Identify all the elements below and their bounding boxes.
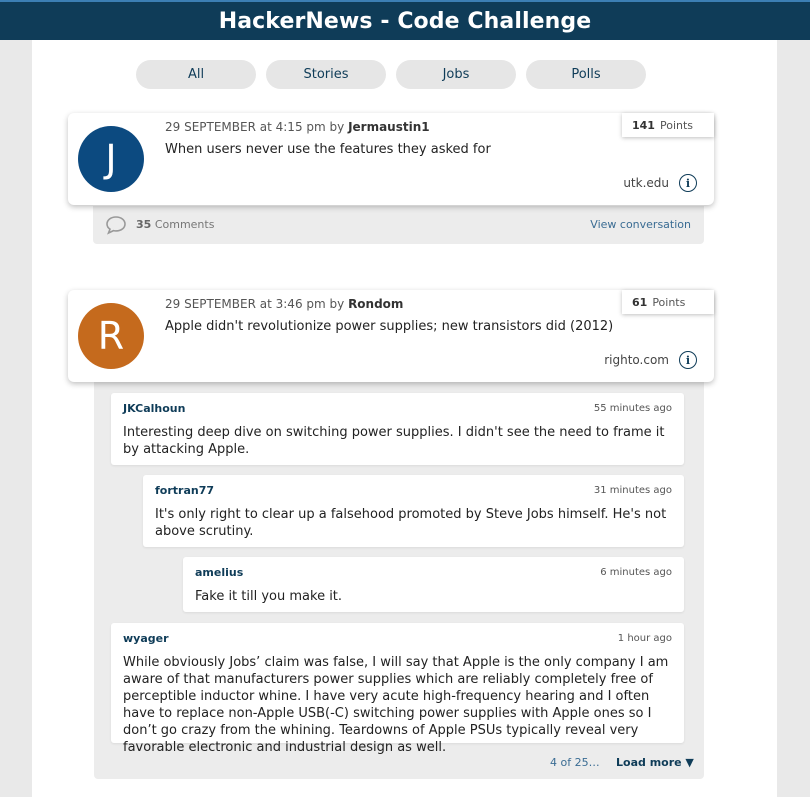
comment-thread: JKCalhoun 55 minutes ago Interesting dee… (94, 382, 704, 779)
points-badge: 61 Points (622, 290, 714, 314)
view-conversation-link[interactable]: View conversation (590, 218, 691, 231)
comment-user[interactable]: fortran77 (155, 484, 214, 497)
info-icon[interactable]: i (679, 351, 697, 369)
story-meta: 29 SEPTEMBER at 3:46 pm by Rondom (165, 297, 404, 311)
comment-text: It's only right to clear up a falsehood … (155, 507, 667, 539)
story-title[interactable]: Apple didn't revolutionize power supplie… (165, 319, 613, 334)
pagination-status: 4 of 25… (550, 756, 600, 769)
comment: wyager 1 hour ago While obviously Jobs’ … (111, 623, 684, 755)
avatar: R (78, 303, 144, 369)
comment-reply: amelius 6 minutes ago Fake it till you m… (183, 557, 684, 612)
tab-all[interactable]: All (136, 60, 256, 89)
story-author[interactable]: Rondom (348, 297, 403, 311)
comment-user[interactable]: JKCalhoun (123, 402, 185, 415)
app-header: HackerNews - Code Challenge (0, 0, 810, 40)
comments-count[interactable]: 35 Comments (136, 218, 214, 231)
story-author[interactable]: Jermaustin1 (348, 120, 430, 134)
comment: JKCalhoun 55 minutes ago Interesting dee… (111, 393, 684, 465)
info-icon[interactable]: i (679, 174, 697, 192)
speech-bubble-icon (105, 215, 127, 239)
comment-text: While obviously Jobs’ claim was false, I… (123, 655, 669, 755)
tab-stories[interactable]: Stories (266, 60, 386, 89)
comment-time: 31 minutes ago (593, 485, 672, 496)
points-badge: 141 Points (622, 113, 714, 137)
story-card: J 29 SEPTEMBER at 4:15 pm by Jermaustin1… (68, 113, 714, 205)
story-card: R 29 SEPTEMBER at 3:46 pm by Rondom Appl… (68, 290, 714, 382)
story-meta: 29 SEPTEMBER at 4:15 pm by Jermaustin1 (165, 120, 430, 134)
story-title[interactable]: When users never use the features they a… (165, 142, 491, 157)
tab-polls[interactable]: Polls (526, 60, 646, 89)
story-domain[interactable]: utk.edu (623, 176, 669, 190)
tab-jobs[interactable]: Jobs (396, 60, 516, 89)
load-more-button[interactable]: Load more ▼ (616, 756, 694, 769)
comment-user[interactable]: amelius (195, 566, 243, 579)
avatar: J (78, 126, 144, 192)
comment-time: 6 minutes ago (600, 567, 672, 578)
story-domain[interactable]: righto.com (604, 353, 669, 367)
comment-time: 55 minutes ago (593, 403, 672, 414)
comment-user[interactable]: wyager (123, 632, 169, 645)
comment-reply: fortran77 31 minutes ago It's only right… (143, 475, 684, 547)
content-panel: All Stories Jobs Polls 35 Comments View … (32, 40, 777, 797)
app-title: HackerNews - Code Challenge (218, 8, 592, 34)
comment-text: Fake it till you make it. (195, 589, 343, 604)
comment-text: Interesting deep dive on switching power… (123, 425, 665, 457)
comments-bar: 35 Comments View conversation (93, 206, 704, 244)
filter-tabs: All Stories Jobs Polls (136, 60, 646, 89)
comment-time: 1 hour ago (617, 633, 672, 644)
